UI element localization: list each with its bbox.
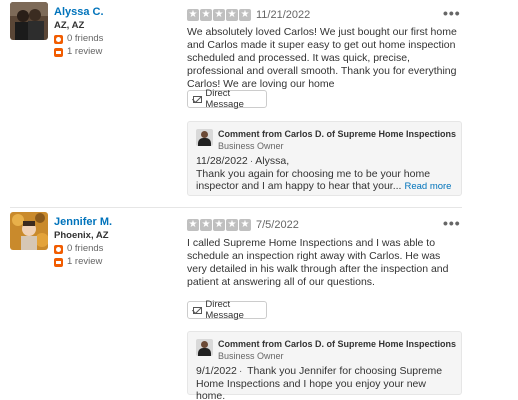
rating-row: ★ ★ ★ ★ ★ 7/5/2022 — [187, 219, 299, 231]
reviewer-location: AZ, AZ — [54, 20, 85, 31]
owner-comment: Comment from Carlos D. of Supreme Home I… — [187, 331, 462, 400]
comment-text: Thank you again for choosing me to be yo… — [196, 167, 431, 193]
more-options-icon[interactable]: ••• — [443, 216, 461, 230]
direct-message-label: Direct Message — [205, 299, 244, 321]
review-divider — [10, 207, 462, 208]
star-icon: ★ — [187, 9, 199, 21]
review-text: I called Supreme Home Inspections and I … — [187, 237, 449, 288]
reviews-stat: 1 review — [54, 256, 174, 268]
review-count: 1 review — [67, 46, 103, 57]
star-icon: ★ — [187, 219, 199, 231]
star-icon: ★ — [213, 219, 225, 231]
friends-count: 0 friends — [67, 243, 104, 254]
comment-body: 9/1/2022 · Thank you Jennifer for choosin… — [196, 365, 458, 400]
review-count-icon — [54, 47, 63, 57]
friends-stat: 0 friends — [54, 243, 174, 255]
comment-body: 11/28/2022 · Alyssa, Thank you again for c… — [196, 155, 458, 194]
star-icon: ★ — [213, 9, 225, 21]
review-date: 7/5/2022 — [256, 219, 299, 231]
owner-avatar[interactable] — [196, 339, 213, 356]
reviewer-location: Phoenix, AZ — [54, 230, 109, 241]
comment-date: 9/1/2022 — [196, 365, 237, 377]
star-icon: ★ — [200, 219, 212, 231]
star-icon: ★ — [239, 219, 251, 231]
comment-role: Business Owner — [218, 141, 284, 151]
avatar[interactable] — [10, 2, 48, 40]
star-icon: ★ — [200, 9, 212, 21]
reviewer-name[interactable]: Alyssa C. — [54, 5, 174, 19]
rating-row: ★ ★ ★ ★ ★ 11/21/2022 — [187, 9, 310, 21]
star-icon: ★ — [239, 9, 251, 21]
envelope-icon — [193, 306, 203, 314]
read-more-link[interactable]: Read more — [404, 181, 451, 192]
owner-avatar[interactable] — [196, 129, 213, 146]
reviewer-name[interactable]: Jennifer M. — [54, 215, 174, 229]
friends-icon — [54, 34, 63, 44]
more-options-icon[interactable]: ••• — [443, 6, 461, 20]
separator: · — [249, 155, 254, 167]
direct-message-label: Direct Message — [205, 88, 244, 110]
comment-greeting: Alyssa, — [255, 155, 290, 167]
review-count-icon — [54, 257, 63, 267]
owner-comment: Comment from Carlos D. of Supreme Home I… — [187, 121, 462, 196]
separator: · — [238, 365, 243, 377]
star-icon: ★ — [226, 219, 238, 231]
direct-message-button[interactable]: Direct Message — [187, 299, 267, 321]
review-date: 11/21/2022 — [256, 9, 311, 21]
friends-count: 0 friends — [67, 33, 104, 44]
avatar[interactable] — [10, 212, 48, 250]
direct-message-button[interactable]: Direct Message — [187, 88, 267, 110]
envelope-icon — [193, 95, 203, 103]
comment-role: Business Owner — [218, 351, 284, 361]
review-text: We absolutely loved Carlos! We just boug… — [187, 26, 457, 90]
friends-stat: 0 friends — [54, 33, 174, 45]
star-icon: ★ — [226, 9, 238, 21]
comment-from: Comment from Carlos D. of Supreme Home I… — [218, 129, 457, 139]
comment-date: 11/28/2022 — [196, 155, 248, 167]
comment-from: Comment from Carlos D. of Supreme Home I… — [218, 339, 457, 349]
friends-icon — [54, 244, 63, 254]
reviews-stat: 1 review — [54, 46, 174, 58]
review-count: 1 review — [67, 256, 103, 267]
